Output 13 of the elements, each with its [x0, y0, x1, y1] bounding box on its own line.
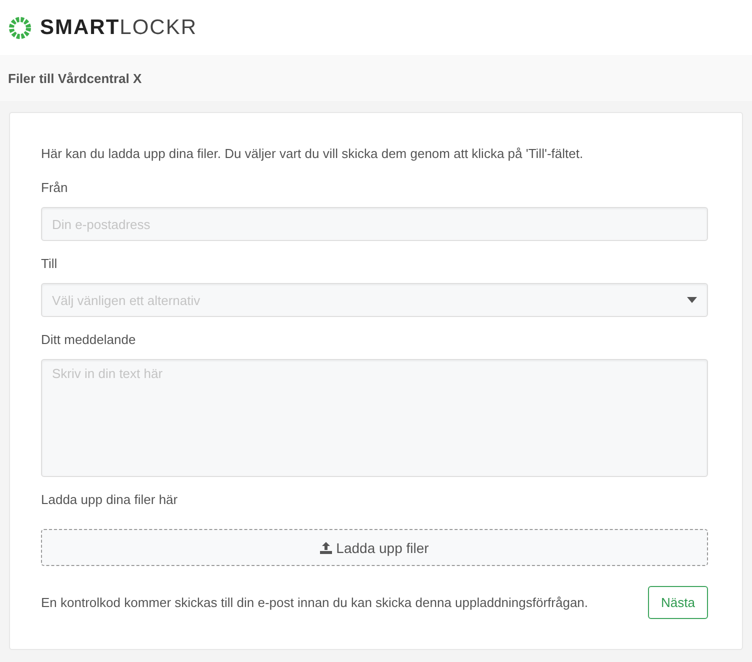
logo: SMARTLOCKR [40, 16, 198, 40]
field-label: Till [41, 255, 58, 273]
upload-icon [320, 542, 332, 554]
verification-note: En kontrolkod kommer skickas till din e-post innan du kan skicka denna uppladdningsförfrågan. [41, 595, 588, 610]
intro-text: Här kan du ladda upp dina filer. Du väljer vart du vill skicka dem genom att klicka på 'Till'-fältet. [41, 145, 584, 163]
logo-icon [8, 16, 32, 40]
field-label: Från [41, 179, 69, 197]
next-button[interactable]: Nästa [648, 586, 708, 619]
field-label: Ditt meddelande [41, 331, 137, 349]
caret-icon [687, 297, 697, 303]
page-title: Filer till Vårdcentral X [8, 70, 142, 86]
upload-button[interactable]: Ladda upp filer [41, 529, 708, 566]
field-label: Ladda upp dina filer här [41, 491, 179, 509]
